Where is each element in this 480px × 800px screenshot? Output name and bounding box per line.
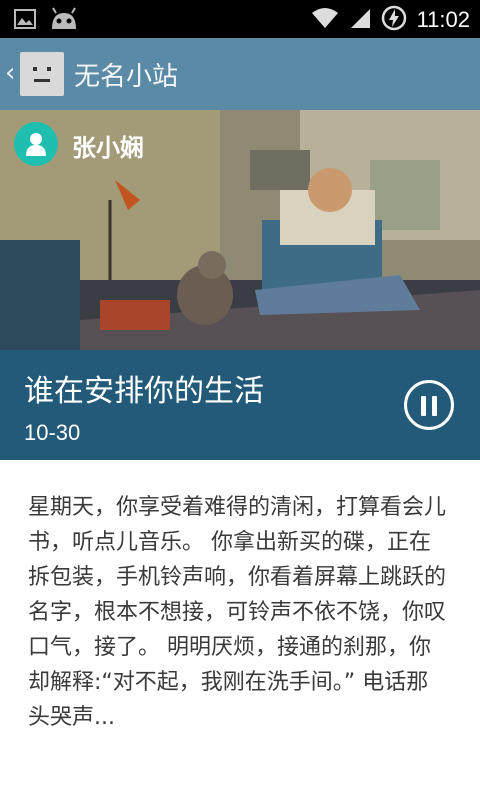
battery-charging-icon: [381, 5, 407, 35]
app-title: 无名小站: [74, 62, 179, 92]
author-name[interactable]: 张小娴: [72, 128, 144, 163]
post-date: 10-30: [24, 420, 81, 445]
back-chevron-icon[interactable]: ‹: [5, 58, 15, 88]
cover-image: 张小娴: [0, 110, 480, 350]
post-content: 星期天，你享受着难得的清闲，打算看会儿书，听点儿音乐。 你拿出新买的碟，正在拆包…: [0, 460, 480, 800]
signal-icon: [349, 7, 371, 33]
person-icon: [26, 133, 46, 156]
post-title: 谁在安排你的生活: [24, 374, 264, 409]
pause-icon: [421, 396, 426, 416]
wifi-icon: [311, 7, 339, 33]
status-bar: 11:02: [0, 0, 480, 38]
pause-button[interactable]: [404, 380, 454, 430]
author-avatar[interactable]: [14, 122, 58, 166]
post-info-bar: 谁在安排你的生活 10-30: [0, 350, 480, 460]
status-time: 11:02: [416, 7, 470, 32]
post-excerpt: 星期天，你享受着难得的清闲，打算看会儿书，听点儿音乐。 你拿出新买的碟，正在拆包…: [28, 495, 447, 730]
android-icon: [50, 7, 78, 35]
image-icon: [14, 9, 36, 33]
app-avatar-icon[interactable]: [20, 52, 64, 96]
app-bar: ‹ 无名小站: [0, 38, 480, 110]
